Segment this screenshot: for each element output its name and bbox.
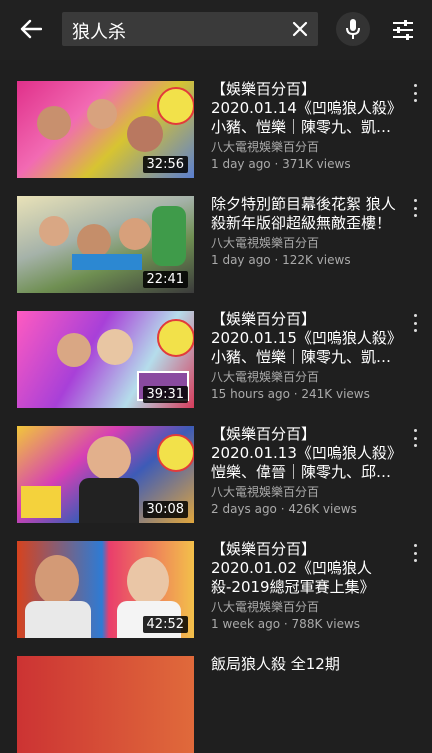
more-options-icon[interactable] bbox=[410, 544, 420, 562]
video-duration: 42:52 bbox=[142, 616, 188, 633]
video-duration: 30:08 bbox=[142, 501, 188, 518]
channel-name: 八大電視娛樂百分百 bbox=[211, 485, 320, 499]
video-thumbnail[interactable]: 30:08 bbox=[17, 426, 194, 523]
search-results: 32:56 【娛樂百分百】2020.01.14《凹嗚狼人殺》小豬、愷樂｜陳零九、… bbox=[0, 60, 432, 753]
video-stats: 1 week ago · 788K views bbox=[211, 617, 361, 631]
video-result[interactable]: 30:08 【娛樂百分百】2020.01.13《凹嗚狼人殺》愷樂、偉晉｜陳零九、… bbox=[0, 405, 432, 523]
video-stats: 2 days ago · 426K views bbox=[211, 502, 357, 516]
video-title[interactable]: 【娛樂百分百】2020.01.13《凹嗚狼人殺》愷樂、偉晉｜陳零九、邱… bbox=[211, 425, 401, 482]
video-duration: 32:56 bbox=[142, 156, 188, 173]
video-title[interactable]: 【娛樂百分百】2020.01.14《凹嗚狼人殺》小豬、愷樂｜陳零九、凱… bbox=[211, 80, 401, 137]
video-result[interactable]: 飯局狼人殺 全12期 bbox=[0, 635, 432, 753]
video-thumbnail[interactable]: 39:31 bbox=[17, 311, 194, 408]
more-options-icon[interactable] bbox=[410, 84, 420, 102]
search-header: 狼人杀 bbox=[0, 0, 432, 60]
channel-name: 八大電視娛樂百分百 bbox=[211, 370, 320, 384]
video-stats: 1 day ago · 371K views bbox=[211, 157, 351, 171]
video-title[interactable]: 飯局狼人殺 全12期 bbox=[211, 655, 401, 674]
search-query[interactable]: 狼人杀 bbox=[72, 18, 126, 44]
clear-icon[interactable] bbox=[290, 19, 310, 39]
channel-name: 八大電視娛樂百分百 bbox=[211, 236, 320, 250]
video-stats: 1 day ago · 122K views bbox=[211, 253, 351, 267]
video-duration: 39:31 bbox=[142, 386, 188, 403]
channel-name: 八大電視娛樂百分百 bbox=[211, 600, 320, 614]
channel-name: 八大電視娛樂百分百 bbox=[211, 140, 320, 154]
more-options-icon[interactable] bbox=[410, 314, 420, 332]
video-thumbnail[interactable]: 22:41 bbox=[17, 196, 194, 293]
filter-icon[interactable] bbox=[388, 15, 418, 45]
video-stats: 15 hours ago · 241K views bbox=[211, 387, 370, 401]
video-title[interactable]: 【娛樂百分百】2020.01.15《凹嗚狼人殺》小豬、愷樂｜陳零九、凱… bbox=[211, 310, 401, 367]
video-result[interactable]: 32:56 【娛樂百分百】2020.01.14《凹嗚狼人殺》小豬、愷樂｜陳零九、… bbox=[0, 60, 432, 178]
video-thumbnail[interactable]: 42:52 bbox=[17, 541, 194, 638]
back-arrow-icon[interactable] bbox=[14, 12, 48, 46]
video-title[interactable]: 【娛樂百分百】2020.01.02《凹嗚狼人殺-2019總冠軍賽上集》 bbox=[211, 540, 401, 597]
video-result[interactable]: 22:41 除夕特別節目幕後花絮 狼人殺新年版卻超級無敵歪樓！ 八大電視娛樂百分… bbox=[0, 175, 432, 293]
video-duration: 22:41 bbox=[142, 271, 188, 288]
microphone-icon[interactable] bbox=[336, 12, 370, 46]
more-options-icon[interactable] bbox=[410, 199, 420, 217]
video-result[interactable]: 42:52 【娛樂百分百】2020.01.02《凹嗚狼人殺-2019總冠軍賽上集… bbox=[0, 520, 432, 638]
video-result[interactable]: 39:31 【娛樂百分百】2020.01.15《凹嗚狼人殺》小豬、愷樂｜陳零九、… bbox=[0, 290, 432, 408]
search-input[interactable]: 狼人杀 bbox=[62, 12, 318, 46]
video-thumbnail[interactable] bbox=[17, 656, 194, 753]
video-thumbnail[interactable]: 32:56 bbox=[17, 81, 194, 178]
video-title[interactable]: 除夕特別節目幕後花絮 狼人殺新年版卻超級無敵歪樓！ bbox=[211, 195, 401, 233]
more-options-icon[interactable] bbox=[410, 429, 420, 447]
